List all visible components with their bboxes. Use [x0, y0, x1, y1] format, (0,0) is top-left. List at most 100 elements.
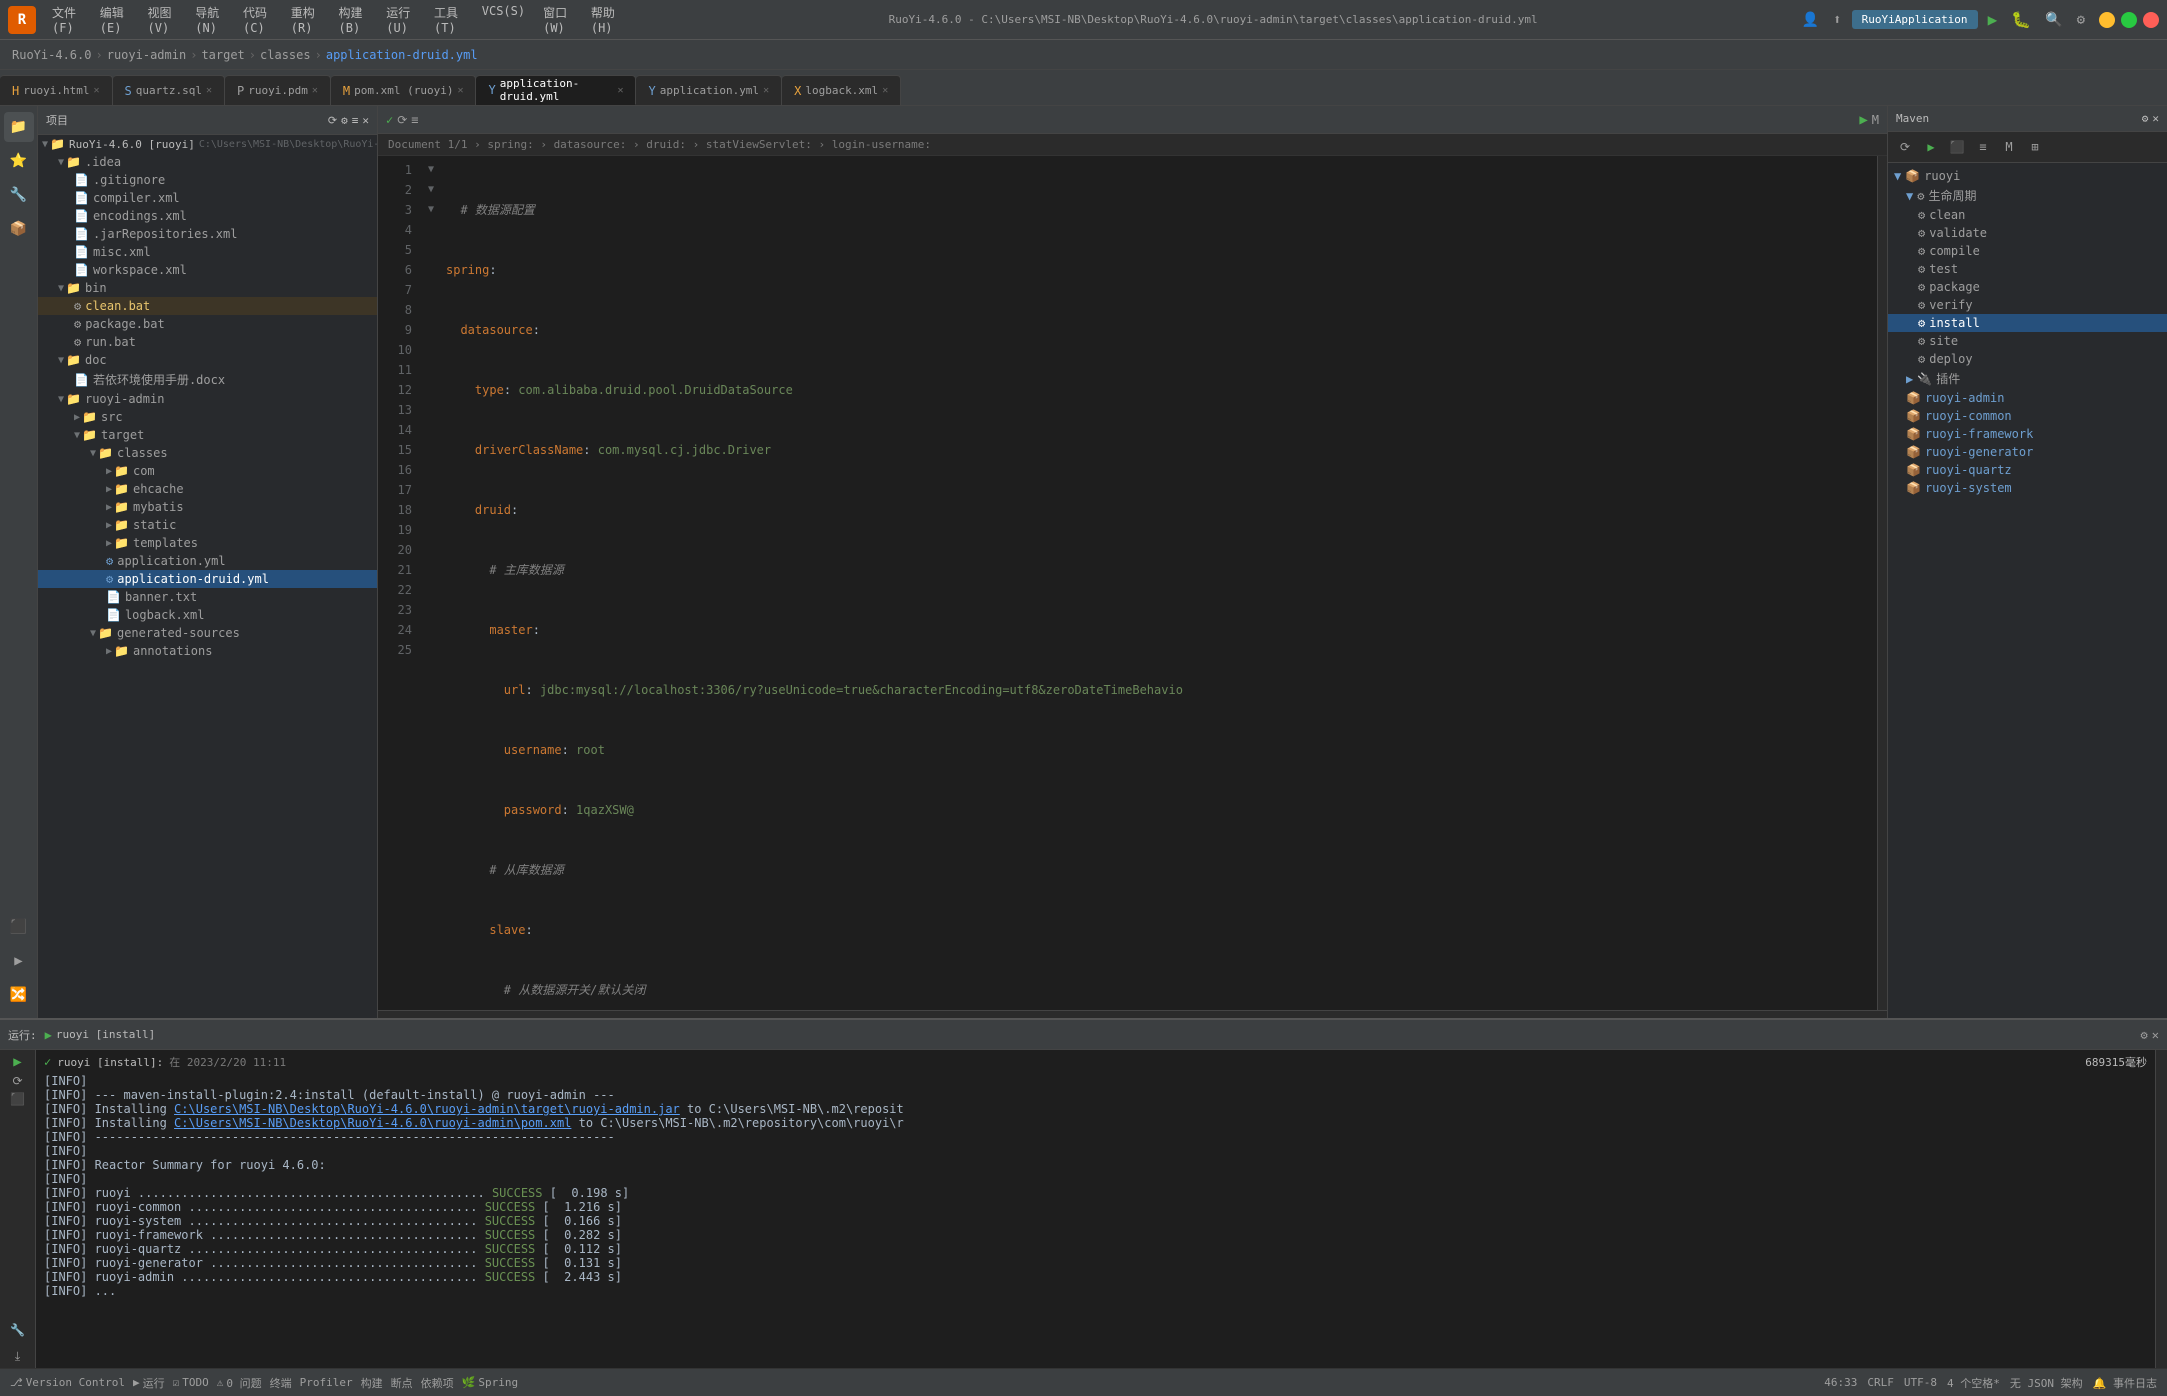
menu-build[interactable]: 构建(B) [331, 0, 377, 39]
tree-item[interactable]: ▼ 📁 generated-sources [38, 624, 377, 642]
tree-item[interactable]: ▼ 📁 target [38, 426, 377, 444]
maven-item-install[interactable]: ⚙ install [1888, 314, 2167, 332]
git-icon[interactable]: ⬆ [1829, 10, 1845, 30]
maven-settings2-icon[interactable]: M [1998, 136, 2020, 158]
close-tab-icon[interactable]: ✕ [763, 85, 769, 96]
status-run[interactable]: ▶ 运行 [133, 1375, 165, 1391]
menu-refactor[interactable]: 重构(R) [283, 0, 329, 39]
tree-item-clean-bat[interactable]: ⚙ clean.bat [38, 297, 377, 315]
tree-item[interactable]: ▶ 📁 templates [38, 534, 377, 552]
status-spring[interactable]: 🌿 Spring [462, 1376, 518, 1389]
run-config[interactable]: RuoYiApplication [1852, 10, 1978, 29]
tree-item[interactable]: ▼ 📁 classes [38, 444, 377, 462]
tree-item[interactable]: ⚙ run.bat [38, 333, 377, 351]
tab-logback-xml[interactable]: X logback.xml ✕ [782, 75, 901, 105]
maven-item-ruoyi-generator[interactable]: 📦 ruoyi-generator [1888, 443, 2167, 461]
tab-application-yml[interactable]: Y application.yml ✕ [636, 75, 782, 105]
play-icon[interactable]: ▶ [1859, 112, 1867, 128]
close-tab-icon[interactable]: ✕ [457, 85, 463, 96]
sidebar-run-icon[interactable]: ▶ [4, 946, 34, 976]
bottom-filter-icon[interactable]: 🔧 [10, 1323, 25, 1337]
sidebar-maven-icon[interactable]: 📦 [4, 214, 34, 244]
maven-item-clean[interactable]: ⚙ clean [1888, 206, 2167, 224]
collapse-all-icon[interactable]: ≡ [411, 113, 418, 127]
menu-help[interactable]: 帮助(H) [583, 0, 629, 39]
log-link[interactable]: C:\Users\MSI-NB\Desktop\RuoYi-4.6.0\ruoy… [174, 1116, 571, 1130]
maven-item-validate[interactable]: ⚙ validate [1888, 224, 2167, 242]
sidebar-structure-icon[interactable]: 🔧 [4, 180, 34, 210]
status-problems[interactable]: ⚠ 0 问题 [217, 1375, 262, 1391]
tree-item[interactable]: 📄 banner.txt [38, 588, 377, 606]
sidebar-git-icon[interactable]: 🔀 [4, 980, 34, 1010]
status-build[interactable]: 构建 [361, 1375, 383, 1391]
tree-item[interactable]: ▶ 📁 mybatis [38, 498, 377, 516]
tab-application-druid[interactable]: Y application-druid.yml ✕ [476, 75, 636, 105]
status-encoding[interactable]: UTF-8 [1904, 1376, 1937, 1389]
tab-quartz-sql[interactable]: S quartz.sql ✕ [113, 75, 226, 105]
tab-pom-xml[interactable]: M pom.xml (ruoyi) ✕ [331, 75, 477, 105]
status-line-ending[interactable]: CRLF [1867, 1376, 1894, 1389]
maven-item-ruoyi-common[interactable]: 📦 ruoyi-common [1888, 407, 2167, 425]
maven-item-verify[interactable]: ⚙ verify [1888, 296, 2167, 314]
tree-item[interactable]: ▶ 📁 annotations [38, 642, 377, 660]
tree-item[interactable]: 📄 .gitignore [38, 171, 377, 189]
bottom-close-icon[interactable]: ✕ [2152, 1028, 2159, 1042]
gear-icon[interactable]: ⚙ [341, 114, 348, 127]
maven-item-ruoyi-quartz[interactable]: 📦 ruoyi-quartz [1888, 461, 2167, 479]
maven-item-deploy[interactable]: ⚙ deploy [1888, 350, 2167, 368]
maven-item-ruoyi-admin[interactable]: 📦 ruoyi-admin [1888, 389, 2167, 407]
menu-view[interactable]: 视图(V) [140, 0, 186, 39]
bottom-run-icon[interactable]: ▶ [13, 1054, 21, 1070]
menu-window[interactable]: 窗口(W) [535, 0, 581, 39]
sync-editor-icon[interactable]: ⟳ [397, 113, 407, 127]
tree-item[interactable]: 📄 encodings.xml [38, 207, 377, 225]
sidebar-project-icon[interactable]: 📁 [4, 112, 34, 142]
breadcrumb-item[interactable]: classes [260, 48, 311, 62]
maven-item-plugins[interactable]: ▶ 🔌 插件 [1888, 368, 2167, 389]
maven-item-ruoyi-framework[interactable]: 📦 ruoyi-framework [1888, 425, 2167, 443]
maven-item-package[interactable]: ⚙ package [1888, 278, 2167, 296]
editor-content[interactable]: 12345 678910 1112131415 1617181920 21222… [378, 156, 1887, 1010]
close-tab-icon[interactable]: ✕ [882, 85, 888, 96]
breadcrumb-item[interactable]: target [201, 48, 244, 62]
tab-ruoyi-pdm[interactable]: P ruoyi.pdm ✕ [225, 75, 331, 105]
tree-item[interactable]: 📄 logback.xml [38, 606, 377, 624]
maven-item-site[interactable]: ⚙ site [1888, 332, 2167, 350]
bottom-scroll-end-icon[interactable]: ⤓ [15, 1349, 20, 1364]
status-breakpoints[interactable]: 断点 [391, 1375, 413, 1391]
bottom-restart-icon[interactable]: ⟳ [12, 1074, 22, 1088]
settings-icon[interactable]: ⚙ [2073, 10, 2089, 30]
menu-vcs[interactable]: VCS(S) [474, 0, 533, 39]
maven-sync-icon[interactable]: ⟳ [1894, 136, 1916, 158]
close-tab-icon[interactable]: ✕ [617, 85, 623, 96]
search-icon[interactable]: 🔍 [2041, 10, 2066, 30]
close-button[interactable] [2143, 12, 2159, 28]
tree-item[interactable]: ⚙ application.yml [38, 552, 377, 570]
tree-item[interactable]: ▼ 📁 ruoyi-admin [38, 390, 377, 408]
tree-item-application-druid[interactable]: ⚙ application-druid.yml [38, 570, 377, 588]
debug-btn[interactable]: 🐛 [2007, 8, 2035, 31]
collapse-icon[interactable]: ≡ [352, 114, 359, 127]
status-profiler[interactable]: Profiler [300, 1376, 353, 1389]
breadcrumb-item[interactable]: RuoYi-4.6.0 [12, 48, 91, 62]
profile-icon[interactable]: 👤 [1798, 10, 1823, 30]
tab-ruoyi-html[interactable]: H ruoyi.html ✕ [0, 75, 113, 105]
tree-item[interactable]: 📄 .jarRepositories.xml [38, 225, 377, 243]
maven-item-compile[interactable]: ⚙ compile [1888, 242, 2167, 260]
status-terminal[interactable]: 终端 [270, 1375, 292, 1391]
bottom-run-label[interactable]: ruoyi [install] [56, 1028, 155, 1041]
maven-settings-icon[interactable]: ⚙ [2142, 112, 2149, 125]
tree-item[interactable]: 📄 若依环境使用手册.docx [38, 369, 377, 390]
editor-more-icon[interactable]: M [1872, 113, 1879, 127]
tree-item[interactable]: ⚙ package.bat [38, 315, 377, 333]
tree-item[interactable]: ▼ 📁 .idea [38, 153, 377, 171]
sidebar-terminal-icon[interactable]: ⬛ [4, 912, 34, 942]
tree-item[interactable]: ▶ 📁 src [38, 408, 377, 426]
log-link[interactable]: C:\Users\MSI-NB\Desktop\RuoYi-4.6.0\ruoy… [174, 1102, 680, 1116]
minimize-button[interactable] [2099, 12, 2115, 28]
menu-edit[interactable]: 编辑(E) [92, 0, 138, 39]
horizontal-scrollbar[interactable] [378, 1010, 1887, 1018]
bottom-stop-icon[interactable]: ⬛ [10, 1092, 25, 1106]
run-btn[interactable]: ▶ [1984, 8, 2002, 31]
bottom-scrollbar[interactable] [2155, 1050, 2167, 1368]
